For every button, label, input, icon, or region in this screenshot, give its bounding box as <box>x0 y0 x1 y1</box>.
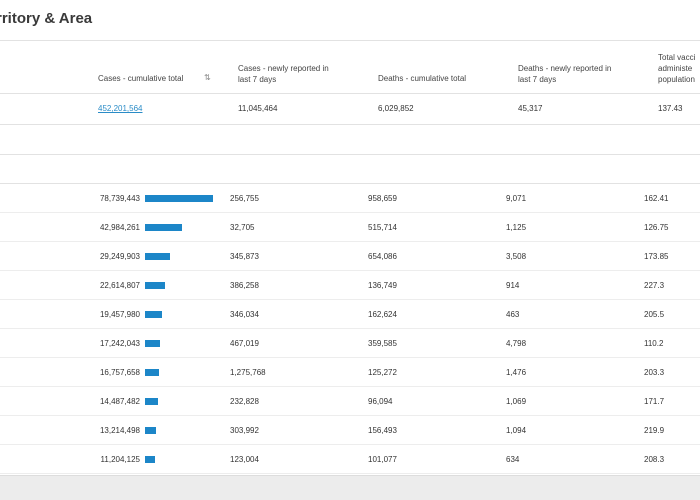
cell-deaths-total: 359,585 <box>368 339 397 348</box>
cell-deaths-7d: 1,476 <box>506 368 527 377</box>
header-cases-7d-line2: last 7 days <box>238 75 277 84</box>
row-divider <box>0 241 700 242</box>
data-table-panel: rritory & Area Cases - cumulative total … <box>0 0 700 476</box>
cell-cases-total: 29,249,903 <box>99 252 140 261</box>
cell-vacc: 173.85 <box>644 252 669 261</box>
header-deaths-7d-line2: last 7 days <box>518 75 557 84</box>
cell-cases-7d: 123,004 <box>230 455 259 464</box>
totals-deaths-total: 6,029,852 <box>378 104 414 113</box>
cell-cases-total: 42,984,261 <box>99 223 140 232</box>
divider <box>0 154 700 155</box>
header-vacc-line2: administe <box>658 64 693 73</box>
cell-deaths-total: 96,094 <box>368 397 393 406</box>
cell-deaths-7d: 463 <box>506 310 520 319</box>
cell-cases-total: 78,739,443 <box>99 194 140 203</box>
cell-deaths-total: 136,749 <box>368 281 397 290</box>
cell-deaths-total: 101,077 <box>368 455 397 464</box>
cell-cases-7d: 303,992 <box>230 426 259 435</box>
cases-bar <box>145 282 165 289</box>
cell-vacc: 205.5 <box>644 310 665 319</box>
cell-deaths-total: 654,086 <box>368 252 397 261</box>
divider <box>0 40 700 41</box>
page-title: rritory & Area <box>0 10 93 27</box>
header-deaths-7d[interactable]: Deaths - newly reported in last 7 days <box>518 63 611 85</box>
cases-bar <box>145 369 159 376</box>
cell-cases-7d: 345,873 <box>230 252 259 261</box>
row-divider <box>0 328 700 329</box>
totals-deaths-7d: 45,317 <box>518 104 543 113</box>
cases-bar <box>145 195 213 202</box>
header-vacc-line3: population <box>658 75 695 84</box>
cell-vacc: 227.3 <box>644 281 665 290</box>
divider <box>0 124 700 125</box>
cell-vacc: 126.75 <box>644 223 669 232</box>
cell-cases-total: 17,242,043 <box>99 339 140 348</box>
cell-cases-7d: 1,275,768 <box>230 368 266 377</box>
row-divider <box>0 415 700 416</box>
divider <box>0 93 700 94</box>
header-deaths-7d-line1: Deaths - newly reported in <box>518 64 612 73</box>
cell-deaths-total: 162,624 <box>368 310 397 319</box>
cell-deaths-7d: 914 <box>506 281 520 290</box>
cell-vacc: 162.41 <box>644 194 669 203</box>
cell-cases-7d: 386,258 <box>230 281 259 290</box>
cell-vacc: 203.3 <box>644 368 665 377</box>
cell-vacc: 110.2 <box>644 339 664 348</box>
header-vacc-line1: Total vacci <box>658 53 696 62</box>
divider <box>0 183 700 184</box>
cell-cases-total: 22,614,807 <box>99 281 140 290</box>
cell-deaths-total: 125,272 <box>368 368 397 377</box>
cell-deaths-total: 515,714 <box>368 223 397 232</box>
cell-deaths-7d: 1,094 <box>506 426 527 435</box>
cell-vacc: 171.7 <box>644 397 665 406</box>
cell-vacc: 208.3 <box>644 455 665 464</box>
row-divider <box>0 270 700 271</box>
row-divider <box>0 473 700 474</box>
cases-bar <box>145 456 155 463</box>
sort-icon[interactable]: ⇅ <box>204 73 211 82</box>
row-divider <box>0 444 700 445</box>
cell-deaths-7d: 9,071 <box>506 194 527 203</box>
cell-cases-total: 13,214,498 <box>99 426 140 435</box>
cell-deaths-total: 958,659 <box>368 194 397 203</box>
header-cases-total[interactable]: Cases - cumulative total <box>98 73 183 84</box>
totals-cases-7d: 11,045,464 <box>238 104 278 113</box>
header-cases-7d[interactable]: Cases - newly reported in last 7 days <box>238 63 329 85</box>
cell-cases-total: 16,757,658 <box>99 368 140 377</box>
cases-bar <box>145 224 182 231</box>
header-cases-7d-line1: Cases - newly reported in <box>238 64 329 73</box>
cell-cases-7d: 232,828 <box>230 397 259 406</box>
cell-cases-7d: 346,034 <box>230 310 259 319</box>
cell-deaths-7d: 4,798 <box>506 339 527 348</box>
row-divider <box>0 386 700 387</box>
cases-bar <box>145 427 156 434</box>
cell-vacc: 219.9 <box>644 426 665 435</box>
header-deaths-total[interactable]: Deaths - cumulative total <box>378 73 466 84</box>
totals-vacc: 137.43 <box>658 104 683 113</box>
cell-deaths-7d: 634 <box>506 455 520 464</box>
cell-deaths-7d: 1,125 <box>506 223 527 232</box>
cell-deaths-7d: 1,069 <box>506 397 527 406</box>
cell-cases-total: 11,204,125 <box>100 455 140 464</box>
row-divider <box>0 357 700 358</box>
cell-cases-7d: 467,019 <box>230 339 259 348</box>
cell-cases-7d: 256,755 <box>230 194 259 203</box>
cell-cases-total: 14,487,482 <box>99 397 140 406</box>
header-vaccinations[interactable]: Total vacci administe population <box>658 52 695 85</box>
cell-cases-total: 19,457,980 <box>99 310 140 319</box>
cell-cases-7d: 32,705 <box>230 223 255 232</box>
cases-bar <box>145 311 162 318</box>
cases-bar <box>145 340 160 347</box>
cases-bar <box>145 253 170 260</box>
cell-deaths-7d: 3,508 <box>506 252 527 261</box>
row-divider <box>0 212 700 213</box>
row-divider <box>0 299 700 300</box>
cases-total-link[interactable]: 452,201,564 <box>98 104 143 113</box>
cell-deaths-total: 156,493 <box>368 426 397 435</box>
footer-bar <box>0 477 700 500</box>
cases-bar <box>145 398 158 405</box>
